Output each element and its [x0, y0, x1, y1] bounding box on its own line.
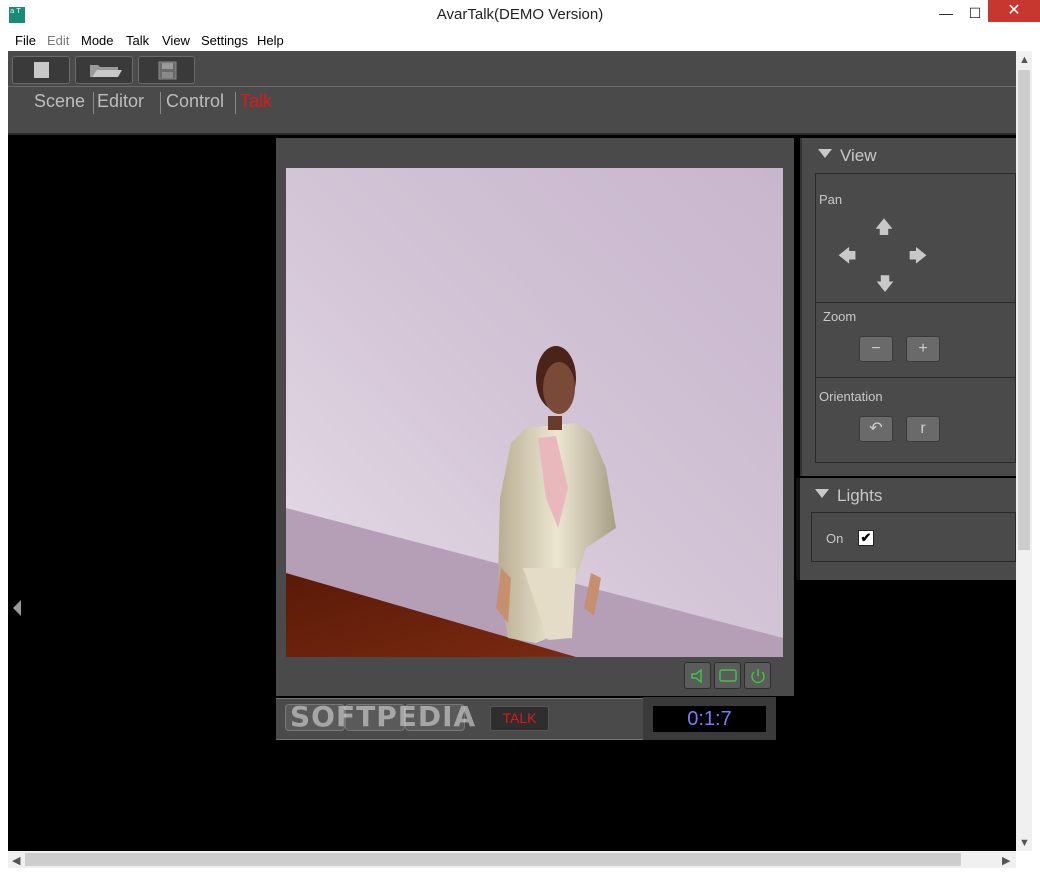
- window-title: AvarTalk(DEMO Version): [436, 6, 604, 23]
- speaker-button[interactable]: [684, 662, 711, 689]
- minimize-button[interactable]: —: [931, 0, 961, 26]
- tab-control[interactable]: Control: [166, 91, 224, 112]
- scroll-up-arrow-icon[interactable]: ▲: [1019, 54, 1030, 66]
- menu-file[interactable]: File: [15, 33, 36, 48]
- new-button[interactable]: [12, 56, 70, 84]
- scroll-down-arrow-icon[interactable]: ▼: [1019, 837, 1030, 849]
- save-disk-icon: [158, 61, 177, 80]
- save-button[interactable]: [138, 56, 195, 84]
- menu-view[interactable]: View: [162, 33, 190, 48]
- screen-icon: [719, 669, 737, 682]
- tab-separator: [160, 92, 161, 114]
- avatar-scene: [286, 168, 783, 657]
- view-panel-title: View: [840, 146, 877, 165]
- lights-panel-title: Lights: [837, 486, 883, 505]
- rotate-right-button[interactable]: r: [906, 416, 940, 442]
- avatar-viewport[interactable]: [286, 168, 783, 657]
- menu-mode[interactable]: Mode: [81, 33, 114, 48]
- tab-talk[interactable]: Talk: [240, 91, 272, 112]
- pan-section: [815, 173, 1016, 303]
- softpedia-watermark: SOFTPEDIA: [290, 700, 477, 733]
- tab-editor[interactable]: Editor: [97, 91, 144, 112]
- zoom-in-button[interactable]: +: [906, 336, 940, 362]
- close-button[interactable]: ✕: [988, 0, 1040, 22]
- new-icon: [34, 62, 49, 78]
- menu-settings[interactable]: Settings: [201, 33, 248, 48]
- pan-left-arrow-icon[interactable]: 🡄: [837, 244, 857, 274]
- scroll-left-arrow-icon[interactable]: ◀: [12, 854, 20, 867]
- lights-collapse-triangle-icon[interactable]: [815, 489, 829, 498]
- speaker-icon: [691, 668, 702, 684]
- menu-edit[interactable]: Edit: [47, 33, 69, 48]
- menu-help[interactable]: Help: [257, 33, 284, 48]
- orientation-label: Orientation: [819, 389, 883, 404]
- zoom-in-icon: +: [918, 340, 928, 357]
- lights-on-checkbox[interactable]: ✔: [858, 530, 874, 546]
- talk-button[interactable]: TALK: [490, 706, 549, 731]
- collapse-left-arrow-icon[interactable]: [13, 600, 21, 616]
- tab-separator: [235, 92, 236, 114]
- zoom-out-button[interactable]: −: [859, 336, 893, 362]
- zoom-out-icon: −: [871, 340, 881, 357]
- open-button[interactable]: [75, 56, 133, 84]
- horizontal-scroll-thumb[interactable]: [25, 853, 961, 866]
- tab-scene[interactable]: Scene: [34, 91, 85, 112]
- power-button[interactable]: [744, 662, 771, 689]
- view-collapse-triangle-icon[interactable]: [818, 149, 832, 158]
- timer-display: 0:1:7: [653, 706, 766, 732]
- scroll-right-arrow-icon[interactable]: ▶: [1002, 854, 1010, 867]
- window-frame-bottom: [0, 868, 1040, 877]
- zoom-label: Zoom: [823, 309, 857, 324]
- rotate-left-icon: ↶: [869, 420, 883, 437]
- rotate-right-icon: r: [920, 420, 926, 437]
- lights-on-label: On: [826, 531, 844, 546]
- pan-right-arrow-icon[interactable]: 🡆: [908, 244, 928, 274]
- maximize-button[interactable]: ☐: [960, 0, 990, 26]
- tab-separator: [93, 92, 94, 114]
- pan-up-arrow-icon[interactable]: 🡅: [874, 215, 894, 245]
- screen-button[interactable]: [714, 662, 741, 689]
- open-folder-icon: [90, 65, 122, 77]
- power-icon: [751, 669, 765, 684]
- vertical-scroll-thumb[interactable]: [1018, 70, 1030, 550]
- menu-talk[interactable]: Talk: [126, 33, 149, 48]
- rotate-left-button[interactable]: ↶: [859, 416, 893, 442]
- pan-down-arrow-icon[interactable]: 🡇: [875, 272, 895, 302]
- pan-label: Pan: [819, 192, 843, 207]
